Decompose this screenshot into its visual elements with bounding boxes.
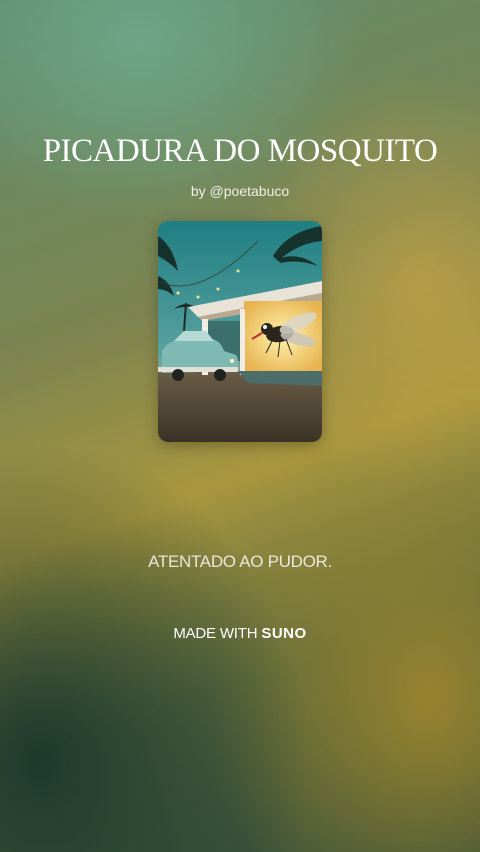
artist-byline[interactable]: by @poetabuco <box>0 183 480 199</box>
song-title: PICADURA DO MOSQUITO <box>42 133 438 169</box>
cover-art <box>158 221 322 442</box>
cover-art-image <box>158 221 322 442</box>
suno-logo: SUNO <box>261 625 307 642</box>
made-with-label: MADE WITH <box>173 625 258 642</box>
made-with-suno[interactable]: MADE WITH SUNO <box>0 625 480 642</box>
song-tagline: ATENTADO AO PUDOR. <box>148 552 332 571</box>
